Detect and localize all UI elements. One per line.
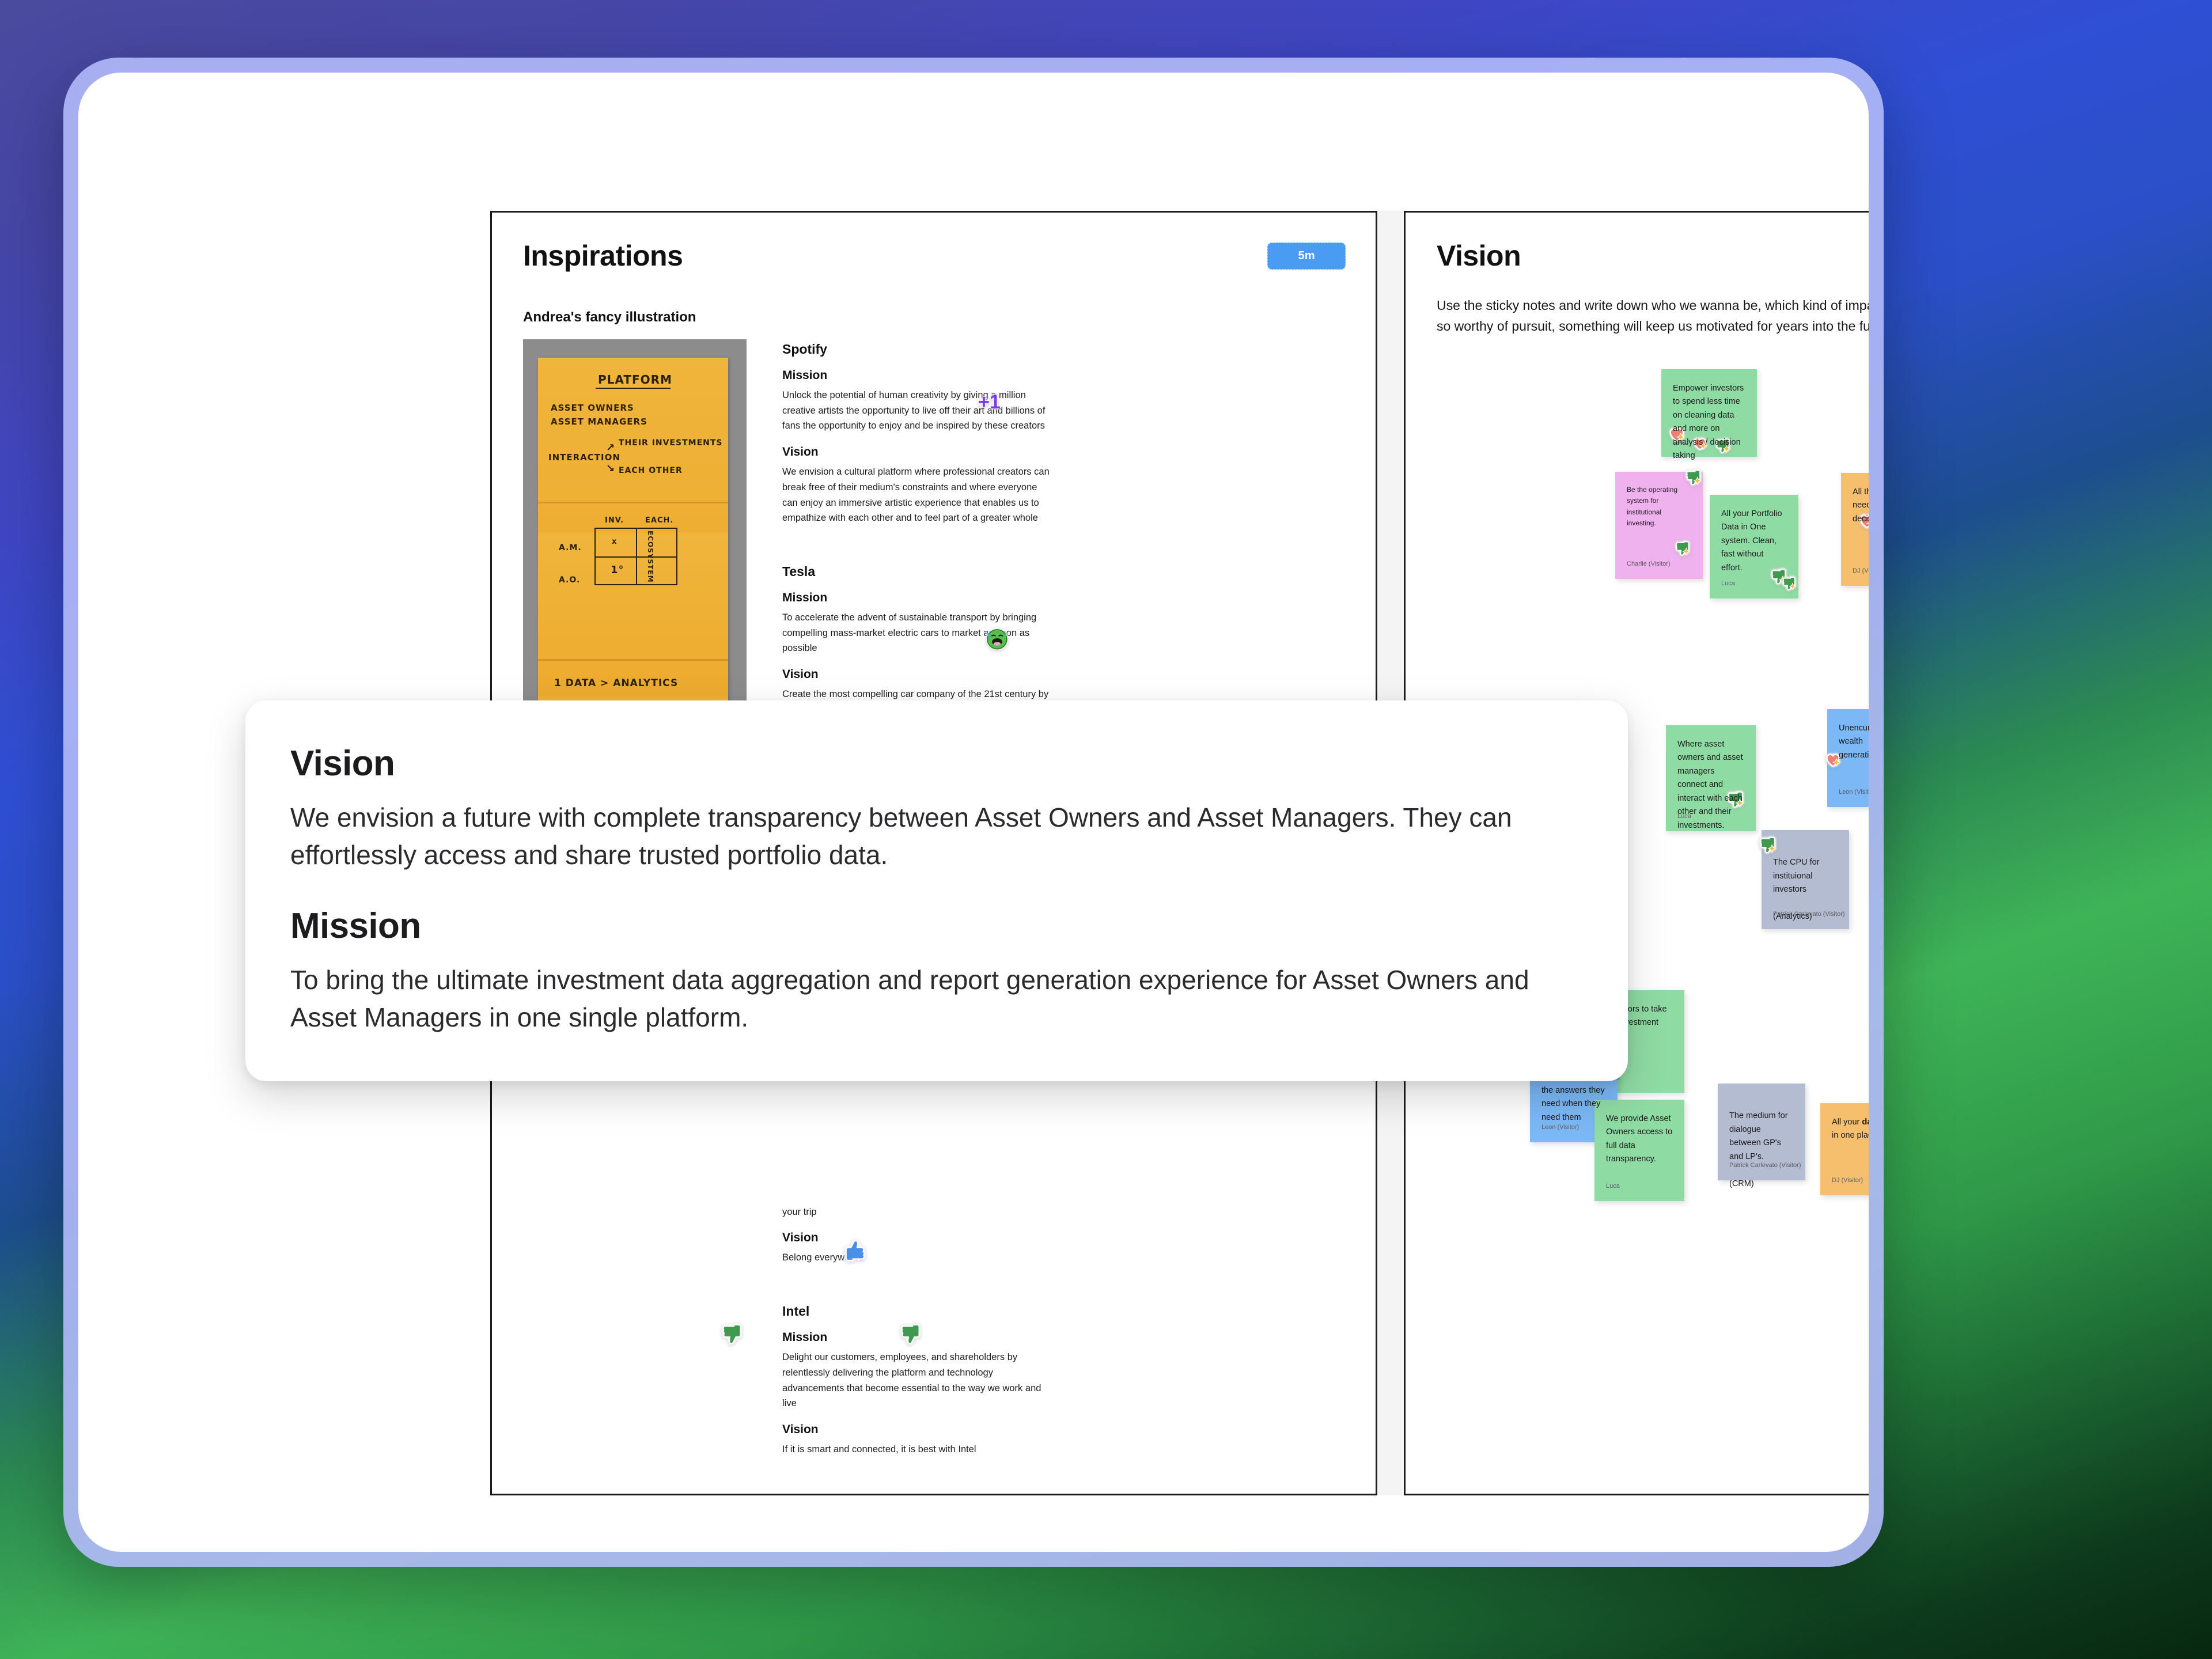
vision-text-intel: If it is smart and connected, it is best… bbox=[782, 1444, 976, 1455]
overlay-vision-text: We envision a future with complete trans… bbox=[290, 802, 1512, 870]
illu-numbered-item: 1 DATA > ANALYTICS bbox=[554, 677, 679, 689]
sticky-note-author: Charlie (Visitor) bbox=[1627, 560, 1671, 568]
vision-label-intel: Vision bbox=[782, 1422, 819, 1436]
arrow-down-icon: ↘ bbox=[606, 463, 616, 475]
illu-title: PLATFORM bbox=[598, 373, 672, 387]
app-window-content: Inspirations 5m Andrea's fancy illustrat… bbox=[78, 73, 1869, 1552]
company-name-tesla: Tesla bbox=[782, 564, 816, 579]
sticky-note-text: We provide Asset Owners access to full d… bbox=[1606, 1114, 1673, 1164]
thumbs-down-sticker[interactable] bbox=[842, 1238, 868, 1263]
thumbs-up-sticker[interactable] bbox=[720, 1322, 744, 1346]
sticky-note-author: Patrick Carlevato (Visitor) bbox=[1773, 911, 1845, 918]
illu-col-each: EACH. bbox=[645, 516, 674, 525]
thumbs-up-reaction-icon[interactable] bbox=[1758, 822, 1778, 854]
sticky-note[interactable]: Where asset owners and asset managers co… bbox=[1666, 725, 1756, 831]
app-window-frame: Inspirations 5m Andrea's fancy illustrat… bbox=[63, 58, 1884, 1567]
mission-label-spotify: Mission bbox=[782, 369, 828, 382]
vision-mission-overlay-card[interactable]: Vision We envision a future with complet… bbox=[245, 700, 1628, 1082]
sticky-note-author: Luca bbox=[1673, 438, 1687, 446]
illu-cell-mark: x bbox=[612, 537, 618, 546]
illu-branch-up: THEIR INVESTMENTS bbox=[619, 438, 723, 448]
mission-text-airbnb: your trip bbox=[782, 1206, 817, 1217]
illu-branch-down: EACH OTHER bbox=[619, 466, 683, 475]
sticky-note-text: All your Portfolio Data in One system. C… bbox=[1721, 509, 1782, 573]
thumbs-up-reaction-icon-2[interactable] bbox=[1674, 540, 1691, 557]
sticky-note[interactable]: Be the operating system for institutiona… bbox=[1615, 469, 1703, 579]
overlay-mission-heading: Mission bbox=[290, 906, 421, 946]
sticky-note-text: The medium for dialogue between GP's and… bbox=[1729, 1111, 1788, 1188]
sticky-note[interactable]: All your data all in one place DJ (Visit… bbox=[1820, 1103, 1869, 1195]
overlay-vision-heading: Vision bbox=[290, 744, 395, 783]
mission-text-spotify: Unlock the potential of human creativity… bbox=[782, 390, 1046, 431]
illustration-heading: Andrea's fancy illustration bbox=[523, 309, 696, 325]
sticky-note-author: Luca bbox=[1606, 1183, 1620, 1190]
sticky-note-text: Unencumbered wealth generation bbox=[1839, 724, 1869, 760]
sticky-note-author: Patrick Carlevato (Visitor) bbox=[1729, 1162, 1801, 1169]
sticky-note[interactable]: All the data you need to make decisions … bbox=[1841, 473, 1869, 586]
illu-col-inv: INV. bbox=[605, 516, 624, 525]
sticky-note-author: Leon (Visitor) bbox=[1839, 789, 1869, 796]
illu-line-2: ASSET MANAGERS bbox=[551, 416, 647, 427]
sticky-note[interactable]: The CPU for instituional investors (Anal… bbox=[1760, 830, 1849, 929]
inspirations-title: Inspirations bbox=[523, 240, 683, 272]
overlay-mission-text: To bring the ultimate investment data ag… bbox=[290, 964, 1529, 1032]
sticky-note-text: Be the operating system for institutiona… bbox=[1627, 486, 1678, 528]
sticky-note[interactable]: Unencumbered wealth generation Leon (Vis… bbox=[1826, 709, 1869, 807]
vision-label-tesla: Vision bbox=[782, 668, 819, 681]
thumbs-up-sticker-2[interactable] bbox=[899, 1322, 923, 1346]
vision-text-airbnb: Belong everywhere bbox=[782, 1252, 864, 1263]
arrow-up-icon: ↗ bbox=[606, 442, 616, 454]
sticky-note-text: All the data you need to make decisions bbox=[1853, 487, 1869, 524]
sticky-note-author: Luca bbox=[1677, 813, 1691, 820]
sticky-note-author: DJ (Visitor) bbox=[1832, 1177, 1863, 1184]
mission-text-tesla: To accelerate the advent of sustainable … bbox=[782, 612, 1037, 654]
illu-row-am: A.M. bbox=[559, 543, 582, 552]
sticky-note[interactable]: Empower investors to spend less time on … bbox=[1661, 369, 1757, 460]
sticky-note[interactable]: We provide Asset Owners access to full d… bbox=[1594, 1100, 1684, 1201]
mission-label-tesla: Mission bbox=[782, 591, 828, 605]
sticky-note-author: Luca bbox=[1721, 580, 1735, 588]
company-name-spotify: Spotify bbox=[782, 342, 827, 357]
sticky-note-author: DJ (Visitor) bbox=[1853, 567, 1869, 575]
sticky-note-text: Empower investors to spend less time on … bbox=[1673, 384, 1744, 461]
vision-text-spotify: We envision a cultural platform where pr… bbox=[782, 467, 1050, 524]
vision-label-spotify: Vision bbox=[782, 445, 819, 459]
sticky-note-author: Leon (Visitor) bbox=[1541, 1124, 1580, 1131]
svg-text:+1: +1 bbox=[978, 391, 1001, 413]
sticky-note[interactable]: The medium for dialogue between GP's and… bbox=[1718, 1084, 1805, 1188]
sticky-note-text: All your data all in one place bbox=[1832, 1118, 1869, 1141]
plus-one-sticker[interactable]: +1 bbox=[976, 387, 1006, 416]
illu-line-1: ASSET OWNERS bbox=[551, 403, 634, 413]
thumbs-up-reaction-icon-2[interactable] bbox=[1781, 575, 1797, 592]
illu-cell-one: 1° bbox=[611, 564, 624, 576]
illu-row-ao: A.O. bbox=[559, 575, 581, 585]
mission-label-intel: Mission bbox=[782, 1331, 828, 1344]
timer-button-left[interactable]: 5m bbox=[1267, 243, 1346, 270]
laughing-face-sticker[interactable] bbox=[984, 625, 1010, 652]
illu-side-label: ECOSYSTEM bbox=[646, 531, 654, 583]
mission-text-intel: Delight our customers, employees, and sh… bbox=[782, 1352, 1041, 1409]
sticky-note[interactable]: All your Portfolio Data in One system. C… bbox=[1710, 495, 1798, 599]
company-name-intel: Intel bbox=[782, 1304, 810, 1319]
